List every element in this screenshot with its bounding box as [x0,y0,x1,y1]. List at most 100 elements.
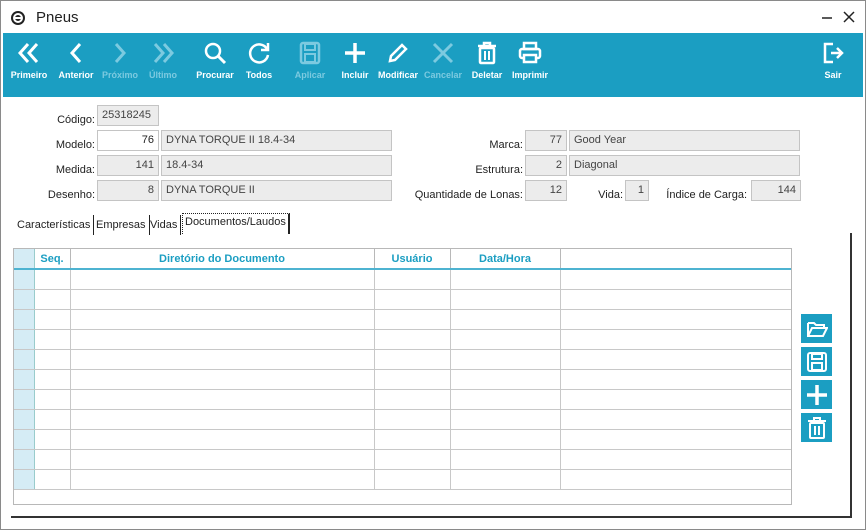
exit-button[interactable]: Sair [815,33,851,97]
cancel-button[interactable]: Cancelar [421,33,465,97]
marca-code-field[interactable]: 77 [525,130,567,151]
table-cell[interactable] [560,329,791,350]
minimize-icon[interactable] [817,7,837,27]
table-cell[interactable] [34,309,71,330]
previous-button[interactable]: Anterior [55,33,97,97]
table-row[interactable] [14,269,791,290]
table-cell[interactable] [560,469,791,490]
delete-document-button[interactable] [801,413,832,442]
documents-grid[interactable]: Seq. Diretório do Documento Usuário Data… [13,248,792,505]
table-row[interactable] [14,289,791,310]
table-cell[interactable] [450,369,561,390]
table-row[interactable] [14,349,791,370]
table-row[interactable] [14,409,791,430]
table-cell[interactable] [70,289,375,310]
table-cell[interactable] [560,429,791,450]
table-cell[interactable] [70,469,375,490]
delete-button[interactable]: Deletar [469,33,505,97]
table-cell[interactable] [560,309,791,330]
table-cell[interactable] [374,389,451,410]
table-cell[interactable] [450,269,561,290]
search-button[interactable]: Procurar [193,33,237,97]
table-cell[interactable] [70,349,375,370]
tab-documentos-laudos[interactable]: Documentos/Laudos [182,213,290,234]
column-diretorio[interactable]: Diretório do Documento [70,249,375,270]
table-cell[interactable] [374,409,451,430]
table-cell[interactable] [70,449,375,470]
table-cell[interactable] [70,389,375,410]
table-row[interactable] [14,309,791,330]
table-cell[interactable] [70,309,375,330]
save-document-button[interactable] [801,347,832,376]
table-cell[interactable] [374,369,451,390]
carga-field[interactable]: 144 [751,180,801,201]
table-cell[interactable] [34,269,71,290]
table-cell[interactable] [374,269,451,290]
table-cell[interactable] [374,289,451,310]
table-cell[interactable] [34,409,71,430]
table-cell[interactable] [374,349,451,370]
desenho-code-field[interactable]: 8 [97,180,159,201]
tab-empresas[interactable]: Empresas [96,215,150,235]
table-cell[interactable] [34,369,71,390]
table-cell[interactable] [450,349,561,370]
table-cell[interactable] [34,429,71,450]
table-cell[interactable] [560,409,791,430]
table-cell[interactable] [450,309,561,330]
first-button[interactable]: Primeiro [7,33,51,97]
table-cell[interactable] [34,289,71,310]
table-cell[interactable] [374,449,451,470]
table-cell[interactable] [374,429,451,450]
table-cell[interactable] [560,269,791,290]
column-seq[interactable]: Seq. [34,249,71,270]
table-cell[interactable] [34,469,71,490]
medida-code-field[interactable]: 141 [97,155,159,176]
table-row[interactable] [14,329,791,350]
table-cell[interactable] [374,469,451,490]
table-cell[interactable] [70,409,375,430]
last-button[interactable]: Último [143,33,183,97]
table-cell[interactable] [70,329,375,350]
table-cell[interactable] [70,369,375,390]
table-cell[interactable] [34,329,71,350]
estrutura-code-field[interactable]: 2 [525,155,567,176]
codigo-field[interactable]: 25318245 [97,105,159,126]
table-cell[interactable] [70,269,375,290]
table-cell[interactable] [560,369,791,390]
table-cell[interactable] [450,389,561,410]
table-cell[interactable] [560,349,791,370]
column-data-hora[interactable]: Data/Hora [450,249,561,270]
table-row[interactable] [14,369,791,390]
next-button[interactable]: Próximo [99,33,141,97]
table-cell[interactable] [450,409,561,430]
open-folder-button[interactable] [801,314,832,343]
table-row[interactable] [14,469,791,490]
table-cell[interactable] [70,429,375,450]
table-cell[interactable] [450,329,561,350]
table-row[interactable] [14,429,791,450]
table-cell[interactable] [34,449,71,470]
close-icon[interactable] [839,7,859,27]
all-button[interactable]: Todos [241,33,277,97]
table-row[interactable] [14,449,791,470]
modify-button[interactable]: Modificar [375,33,421,97]
table-cell[interactable] [560,289,791,310]
table-cell[interactable] [374,309,451,330]
table-cell[interactable] [450,469,561,490]
add-document-button[interactable] [801,380,832,409]
apply-button[interactable]: Aplicar [291,33,329,97]
table-cell[interactable] [34,349,71,370]
table-cell[interactable] [450,289,561,310]
table-cell[interactable] [450,429,561,450]
include-button[interactable]: Incluir [337,33,373,97]
table-cell[interactable] [560,389,791,410]
lonas-field[interactable]: 12 [525,180,567,201]
column-usuario[interactable]: Usuário [374,249,451,270]
tab-vidas[interactable]: Vidas [150,215,182,235]
table-row[interactable] [14,389,791,410]
table-cell[interactable] [374,329,451,350]
tab-caracteristicas[interactable]: Características [17,215,95,235]
print-button[interactable]: Imprimir [509,33,551,97]
table-cell[interactable] [34,389,71,410]
table-cell[interactable] [560,449,791,470]
